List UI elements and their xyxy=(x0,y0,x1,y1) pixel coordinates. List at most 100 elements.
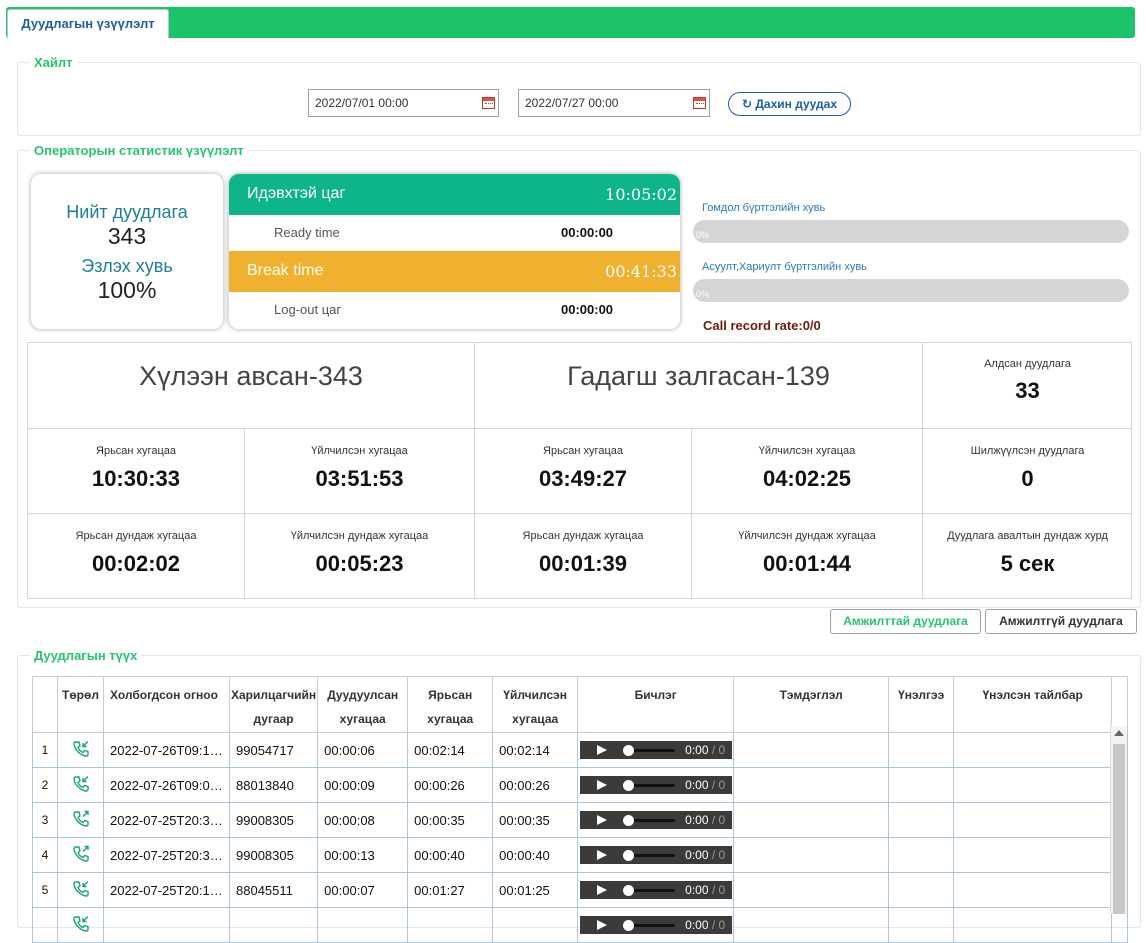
row-phone: 99008305 xyxy=(228,802,319,838)
audio-seek-handle[interactable] xyxy=(623,885,635,896)
row-rating[interactable] xyxy=(888,837,955,873)
col-note[interactable]: Тэмдэглэл xyxy=(733,676,890,733)
play-icon[interactable] xyxy=(597,815,608,825)
play-icon[interactable] xyxy=(597,780,608,790)
row-rating[interactable] xyxy=(888,802,955,838)
out-service-cell: Үйлчилсэн хугацаа 04:02:25 xyxy=(692,429,923,514)
table-row[interactable]: 3 2022-07-25T20:3… 99008305 00:00:08 00:… xyxy=(32,802,1129,838)
table-row[interactable]: 2 2022-07-26T09:0… 88013840 00:00:09 00:… xyxy=(32,767,1129,803)
row-note[interactable] xyxy=(733,837,890,873)
incoming-call-icon xyxy=(57,767,104,803)
col-type[interactable]: Төрөл xyxy=(57,676,104,733)
row-note[interactable] xyxy=(733,732,890,768)
call-history-legend: Дуудлагын түүх xyxy=(34,648,138,663)
audio-player[interactable]: 0:00 / 0 xyxy=(580,881,733,899)
row-talk: 00:00:40 xyxy=(407,837,494,873)
col-record[interactable]: Бичлэг xyxy=(577,676,735,733)
missed-label: Алдсан дуудлага xyxy=(984,358,1071,370)
tab-call-stats[interactable]: Дуудлагын үзүүлэлт xyxy=(7,9,169,38)
row-note[interactable] xyxy=(733,767,890,803)
row-record: 0:00 / 0 xyxy=(577,802,735,838)
col-dialed[interactable]: Дуудуулсан хугацаа xyxy=(317,676,409,733)
audio-player[interactable]: 0:00 / 0 xyxy=(580,846,733,864)
row-note[interactable] xyxy=(733,802,890,838)
audio-current: 0:00 xyxy=(685,743,709,757)
in-service-value: 03:51:53 xyxy=(315,466,404,491)
audio-seek-handle[interactable] xyxy=(623,850,635,861)
successful-calls-button[interactable]: Амжилттай дуудлага xyxy=(830,609,981,634)
col-service[interactable]: Үйлчилсэн хугацаа xyxy=(492,676,579,733)
logout-label: Log-out цаг xyxy=(274,302,342,317)
col-talk[interactable]: Ярьсан хугацаа xyxy=(407,676,494,733)
table-row[interactable]: 1 2022-07-26T09:1… 99054717 00:00:06 00:… xyxy=(32,732,1129,768)
active-time-label: Идэвхтэй цаг xyxy=(247,185,346,202)
audio-sep: / 0 xyxy=(708,848,726,862)
calendar-icon[interactable] xyxy=(693,97,706,109)
audio-seek-handle[interactable] xyxy=(623,745,635,756)
row-phone: 88045511 xyxy=(228,872,319,908)
play-icon[interactable] xyxy=(597,885,608,895)
row-index: 3 xyxy=(32,802,58,838)
audio-seek-handle[interactable] xyxy=(623,815,635,826)
play-icon[interactable] xyxy=(597,745,608,755)
audio-seek-handle[interactable] xyxy=(623,780,635,791)
row-rating[interactable] xyxy=(888,732,955,768)
row-note[interactable] xyxy=(733,872,890,908)
ready-time-value: 00:00:00 xyxy=(561,225,614,240)
table-row[interactable]: 0:00 / 0 xyxy=(32,907,1129,943)
col-rating[interactable]: Үнэлгээ xyxy=(888,676,955,733)
play-icon[interactable] xyxy=(597,850,608,860)
row-rating[interactable] xyxy=(888,767,955,803)
missed-cell: Алдсан дуудлага 33 xyxy=(923,343,1132,429)
ready-time-label: Ready time xyxy=(274,225,340,240)
in-talk-cell: Ярьсан хугацаа 10:30:33 xyxy=(28,429,245,514)
table-row[interactable]: 4 2022-07-25T20:3… 99008305 00:00:13 00:… xyxy=(32,837,1129,873)
audio-time: 0:00 / 0 xyxy=(685,848,725,862)
col-dialed-line1: Дуудуулсан xyxy=(327,688,399,702)
in-avg-service-label: Үйлчилсэн дундаж хугацаа xyxy=(290,530,429,542)
table-scrollbar[interactable] xyxy=(1110,726,1127,914)
row-note[interactable] xyxy=(733,907,890,943)
failed-calls-button[interactable]: Амжилтгүй дуудлага xyxy=(985,609,1137,634)
row-rating-note[interactable] xyxy=(953,907,1113,943)
transferred-value: 0 xyxy=(1021,466,1034,491)
play-icon[interactable] xyxy=(597,920,608,930)
outgoing-cell: Гадагш залгасан-139 xyxy=(475,343,923,429)
table-row[interactable]: 5 2022-07-25T20:1… 88045511 00:00:07 00:… xyxy=(32,872,1129,908)
col-date[interactable]: Холбогдсон огноо xyxy=(103,676,230,733)
audio-seek-handle[interactable] xyxy=(623,920,635,931)
row-dialed: 00:00:09 xyxy=(317,767,409,803)
out-avg-service-value: 00:01:44 xyxy=(762,551,852,576)
col-phone[interactable]: Харилцагчийн дугаар xyxy=(228,676,319,733)
row-rating-note[interactable] xyxy=(953,732,1113,768)
call-record-rate: Call record rate:0/0 xyxy=(703,318,821,333)
calendar-icon[interactable] xyxy=(482,97,495,109)
row-rating-note[interactable] xyxy=(953,767,1113,803)
in-avg-talk-label: Ярьсан дундаж хугацаа xyxy=(75,530,197,542)
scroll-up-icon[interactable] xyxy=(1114,730,1124,736)
received-cell: Хүлээн авсан-343 xyxy=(28,343,475,429)
row-rating-note[interactable] xyxy=(953,837,1113,873)
audio-sep: / 0 xyxy=(708,883,726,897)
row-rating-note[interactable] xyxy=(953,802,1113,838)
row-rating[interactable] xyxy=(888,872,955,908)
date-from-input[interactable]: 2022/07/01 00:00 xyxy=(308,89,499,117)
col-rating-note[interactable]: Үнэлсэн тайлбар xyxy=(953,676,1113,733)
row-rating[interactable] xyxy=(888,907,955,943)
audio-player[interactable]: 0:00 / 0 xyxy=(580,916,733,934)
col-scroll-spacer xyxy=(1111,676,1129,733)
refresh-button[interactable]: ↻ Дахин дуудах xyxy=(728,92,851,116)
audio-player[interactable]: 0:00 / 0 xyxy=(580,811,733,829)
incoming-call-icon xyxy=(57,872,104,908)
date-to-input[interactable]: 2022/07/27 00:00 xyxy=(518,89,710,117)
scroll-thumb[interactable] xyxy=(1113,744,1125,914)
in-talk-label: Ярьсан хугацаа xyxy=(96,445,176,457)
audio-current: 0:00 xyxy=(685,813,709,827)
call-history-body: 1 2022-07-26T09:1… 99054717 00:00:06 00:… xyxy=(32,732,1129,943)
break-time-bar: Break time 00:41:33 xyxy=(229,251,680,292)
audio-player[interactable]: 0:00 / 0 xyxy=(580,776,733,794)
audio-player[interactable]: 0:00 / 0 xyxy=(580,741,733,759)
row-date: 2022-07-25T20:1… xyxy=(103,872,230,908)
row-rating-note[interactable] xyxy=(953,872,1113,908)
row-dialed xyxy=(317,907,409,943)
